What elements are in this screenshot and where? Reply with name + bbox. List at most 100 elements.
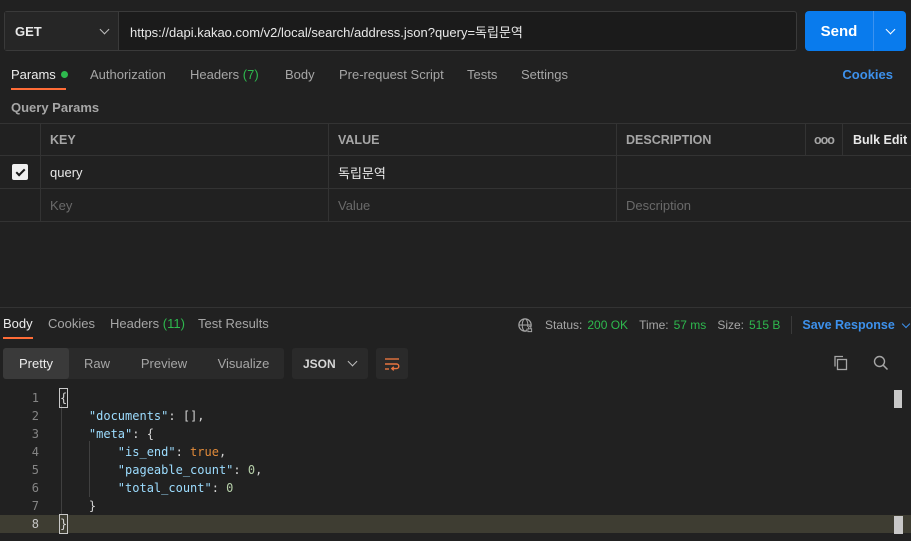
editor-scrollbar-thumb[interactable] (894, 390, 902, 408)
view-visualize-button[interactable]: Visualize (203, 348, 284, 379)
wrap-lines-icon (385, 357, 400, 371)
json-key: "documents" (88, 409, 169, 423)
json-close-inner: } (88, 499, 97, 513)
code-line: 6 "total_count": 0 (0, 479, 911, 497)
status-value[interactable]: 200 OK (587, 318, 628, 332)
tab-settings[interactable]: Settings (521, 67, 568, 82)
tab-params[interactable]: Params (11, 67, 68, 82)
json-value: 0 (226, 481, 234, 495)
table-row-new: Key Value Description (0, 189, 911, 222)
wrap-lines-button[interactable] (376, 348, 408, 379)
line-number: 4 (31, 445, 39, 459)
tab-prerequest-script[interactable]: Pre-request Script (339, 67, 444, 82)
row-checkbox-cell (0, 156, 40, 188)
more-options-button[interactable]: ooo (805, 124, 842, 156)
json-close-brace: } (58, 514, 69, 534)
params-active-dot (60, 71, 68, 78)
code-line: 5 "pageable_count": 0, (0, 461, 911, 479)
send-button-group: Send (805, 11, 906, 51)
table-row: query 독립문역 (0, 156, 911, 189)
response-tab-headers[interactable]: Headers (11) (110, 316, 185, 331)
column-header-value: VALUE (328, 124, 616, 156)
response-tab-test-results[interactable]: Test Results (198, 316, 269, 331)
json-value: true (190, 445, 219, 459)
new-description-input[interactable]: Description (616, 189, 805, 221)
response-tab-cookies[interactable]: Cookies (48, 316, 95, 331)
tab-params-label: Params (11, 67, 56, 82)
view-mode-segment: Pretty Raw Preview Visualize (3, 348, 284, 379)
response-active-underline (3, 337, 33, 339)
code-line: 7 } (0, 497, 911, 515)
request-tabs: Params Authorization Headers (7) Body Pr… (0, 60, 911, 90)
json-key: "total_count" (117, 481, 212, 495)
response-status-bar: Status: 200 OK Time: 57 ms Size: 515 B S… (517, 316, 911, 334)
active-tab-underline (11, 88, 66, 90)
method-select[interactable]: GET (5, 12, 119, 50)
view-raw-button[interactable]: Raw (69, 348, 125, 379)
save-response-button[interactable]: Save Response (802, 318, 894, 332)
time-value[interactable]: 57 ms (674, 318, 707, 332)
response-tab-headers-label: Headers (110, 316, 160, 331)
method-label: GET (15, 23, 42, 39)
param-value-cell[interactable]: 독립문역 (328, 156, 616, 188)
code-text: "pageable_count": 0, (117, 463, 263, 477)
new-key-input[interactable]: Key (40, 189, 328, 221)
line-number: 2 (31, 409, 39, 423)
line-number: 8 (31, 517, 39, 531)
param-key-cell[interactable]: query (40, 156, 328, 188)
copy-icon[interactable] (832, 354, 850, 372)
json-open-brace: { (58, 388, 69, 408)
code-text: } (60, 497, 96, 515)
code-line: 4 "is_end": true, (0, 443, 911, 461)
code-line-current: 8 } (0, 514, 911, 534)
response-tab-body[interactable]: Body (3, 316, 33, 331)
tab-headers[interactable]: Headers (7) (190, 67, 259, 82)
response-headers-count: (11) (162, 316, 185, 331)
line-number: 7 (31, 499, 39, 513)
tab-body[interactable]: Body (285, 67, 315, 82)
line-number: 3 (31, 427, 39, 441)
status-label: Status: (545, 318, 583, 332)
code-text: "total_count": 0 (117, 481, 234, 495)
size-label: Size: (717, 318, 744, 332)
new-value-input[interactable]: Value (328, 189, 616, 221)
json-key: "pageable_count" (117, 463, 234, 477)
line-number: 5 (31, 463, 39, 477)
column-header-description: DESCRIPTION (616, 124, 805, 156)
code-line: 1 { (0, 388, 911, 408)
json-value: 0 (247, 463, 256, 477)
tab-authorization[interactable]: Authorization (90, 67, 166, 82)
url-input[interactable]: https://dapi.kakao.com/v2/local/search/a… (119, 12, 796, 50)
json-key: "is_end" (117, 445, 176, 459)
chevron-down-icon (347, 356, 358, 367)
code-text: "documents": [], (88, 409, 205, 423)
line-number: 6 (31, 481, 39, 495)
size-value[interactable]: 515 B (749, 318, 780, 332)
send-button[interactable]: Send (805, 11, 873, 51)
chevron-down-icon (99, 24, 110, 34)
format-label: JSON (303, 356, 336, 371)
cookies-link[interactable]: Cookies (842, 67, 893, 82)
time-label: Time: (639, 318, 669, 332)
tab-headers-label: Headers (190, 67, 240, 82)
response-body-editor[interactable]: 1 { 2 "documents": [], 3 "meta": { 4 "is… (0, 388, 911, 534)
tab-tests[interactable]: Tests (467, 67, 497, 82)
row-checkbox[interactable] (12, 164, 28, 180)
view-pretty-button[interactable]: Pretty (3, 348, 69, 379)
params-table: KEY VALUE DESCRIPTION ooo Bulk Edit quer… (0, 123, 911, 222)
format-select[interactable]: JSON (292, 348, 368, 379)
bulk-edit-button[interactable]: Bulk Edit (842, 124, 911, 156)
json-value: [] (182, 409, 198, 423)
url-text: https://dapi.kakao.com/v2/local/search/a… (130, 24, 523, 40)
chevron-down-icon[interactable] (901, 319, 911, 328)
param-description-cell[interactable] (616, 156, 805, 188)
header-checkbox-cell (0, 124, 40, 156)
send-options-button[interactable] (874, 11, 906, 51)
table-header-row: KEY VALUE DESCRIPTION ooo Bulk Edit (0, 123, 911, 156)
search-icon[interactable] (872, 354, 890, 372)
view-preview-button[interactable]: Preview (125, 348, 203, 379)
globe-icon[interactable] (517, 317, 534, 334)
check-icon (15, 166, 25, 176)
code-text: "meta": { (88, 427, 154, 441)
code-line: 2 "documents": [], (0, 407, 911, 425)
